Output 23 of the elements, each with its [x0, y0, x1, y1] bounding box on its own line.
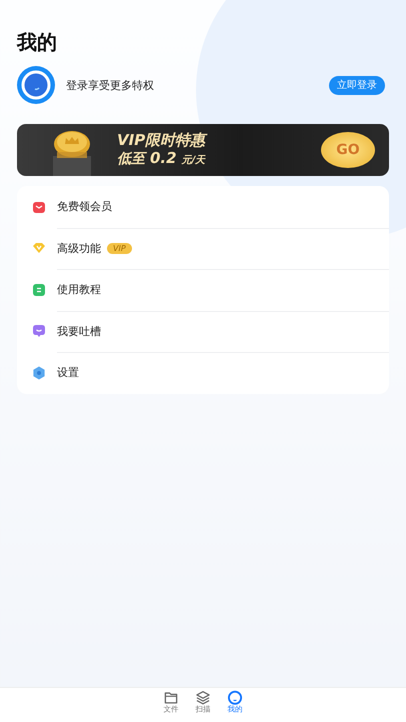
price-value: 0.2: [150, 148, 177, 166]
settings-icon: [32, 366, 46, 380]
avatar-icon: [17, 66, 55, 104]
page-title: 我的: [17, 30, 57, 54]
menu-item[interactable]: 免费领会员: [57, 199, 112, 214]
promo-banner[interactable]: VIP限时特惠 低至 0.2 元/天 GO: [17, 124, 389, 176]
gift-icon: [32, 200, 46, 214]
login-prompt: 登录享受更多特权: [66, 78, 155, 92]
layers-icon: [196, 690, 210, 706]
menu-item[interactable]: 我要吐槽: [57, 324, 101, 339]
menu-item[interactable]: 设置: [57, 365, 79, 380]
vip-badge: VIP: [107, 242, 132, 254]
diamond-icon: [32, 241, 46, 256]
menu-item[interactable]: 使用教程: [57, 282, 101, 298]
profile-icon: [228, 690, 242, 706]
coin-drawing: [53, 129, 91, 176]
folder-icon: [164, 690, 178, 706]
price-prefix: 低至: [117, 150, 145, 168]
price-unit: 元/天: [182, 154, 206, 168]
document-icon: [32, 282, 46, 297]
chat-icon: [32, 324, 46, 338]
menu-item[interactable]: 高级功能: [57, 240, 101, 256]
banner-headline: VIP限时特惠: [117, 130, 206, 148]
